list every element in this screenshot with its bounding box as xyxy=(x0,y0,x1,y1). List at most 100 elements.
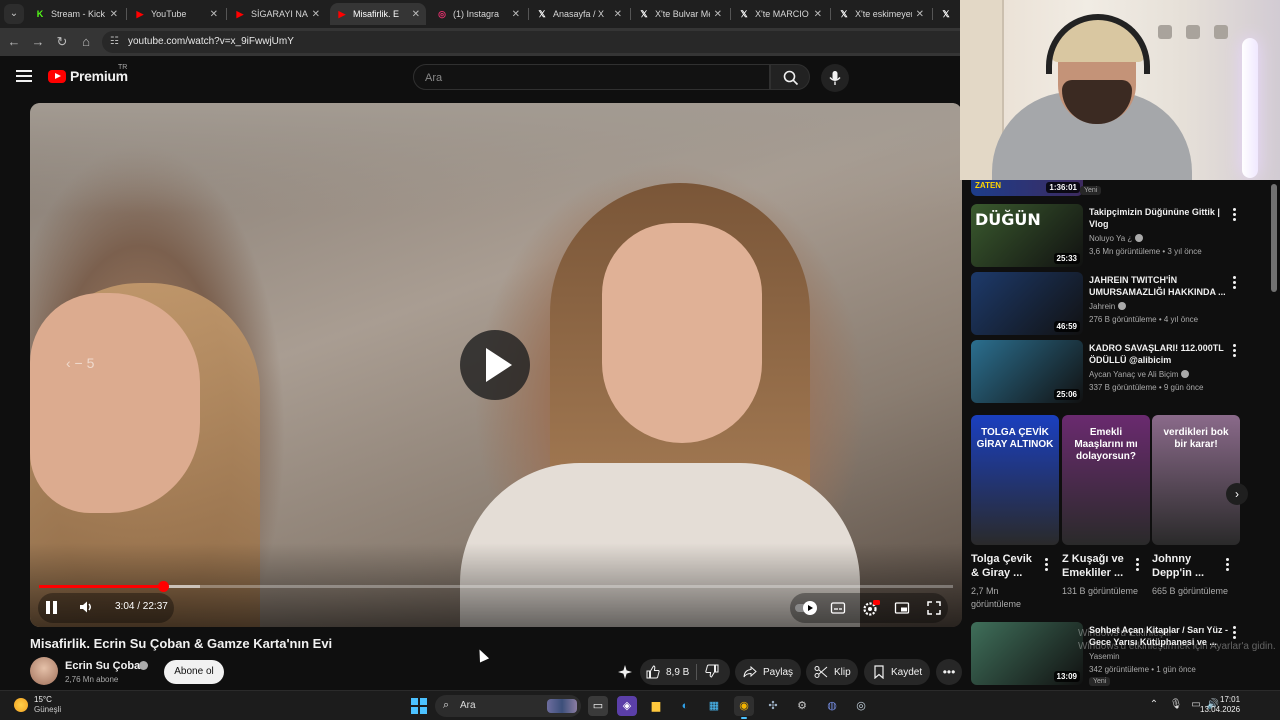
task-view-icon[interactable]: ▭ xyxy=(588,696,608,716)
address-bar[interactable]: ☷ youtube.com/watch?v=x_9iFwwjUmY xyxy=(102,31,960,53)
taskbar-search[interactable]: ⌕ Ara xyxy=(435,695,581,717)
browser-tab[interactable]: ▶ Misafirlik. E ✕ xyxy=(330,3,426,25)
more-vertical-icon[interactable] xyxy=(1233,276,1237,290)
microsoft-store-icon[interactable]: ▦ xyxy=(704,696,724,716)
close-icon[interactable]: ✕ xyxy=(110,9,118,20)
site-info-icon[interactable]: ☷ xyxy=(110,36,122,48)
close-icon[interactable]: ✕ xyxy=(714,9,722,20)
scrollbar-thumb[interactable] xyxy=(1271,184,1277,292)
short-title[interactable]: Tolga Çevik & Giray ... xyxy=(971,552,1041,580)
close-icon[interactable]: ✕ xyxy=(512,9,520,20)
close-icon[interactable]: ✕ xyxy=(312,9,320,20)
video-thumbnail[interactable]: 46:59 xyxy=(971,272,1083,335)
video-title[interactable]: KADRO SAVAŞLARI! 112.000TL ÖDÜLLÜ @alibi… xyxy=(1089,342,1237,366)
more-vertical-icon[interactable] xyxy=(1233,344,1237,358)
more-vertical-icon[interactable] xyxy=(1045,558,1049,572)
big-play-button[interactable] xyxy=(460,330,530,400)
short-thumbnail[interactable]: TOLGA ÇEVİK GİRAY ALTINOK xyxy=(971,415,1059,545)
video-thumbnail[interactable]: 25:06 xyxy=(971,340,1083,403)
channel-name[interactable]: Aycan Yanaç ve Ali Biçim xyxy=(1089,370,1190,379)
back-button[interactable]: ← xyxy=(6,34,22,50)
clip-button[interactable]: Klip xyxy=(806,659,858,685)
start-button[interactable] xyxy=(411,698,427,714)
hamburger-menu-icon[interactable] xyxy=(16,70,32,84)
more-vertical-icon[interactable] xyxy=(1226,558,1230,572)
search-input[interactable]: Ara xyxy=(413,64,770,90)
pause-button[interactable] xyxy=(46,601,58,614)
dislike-button[interactable] xyxy=(697,664,719,681)
forward-button[interactable]: → xyxy=(30,34,46,50)
file-explorer-icon[interactable]: ▆ xyxy=(646,696,666,716)
related-video-item[interactable]: DÜĞÜN 25:33 Takipçimizin Düğününe Gittik |… xyxy=(971,204,1261,268)
close-icon[interactable]: ✕ xyxy=(210,9,218,20)
voice-search-button[interactable] xyxy=(821,64,849,92)
browser-tab[interactable]: ▶ YouTube ✕ xyxy=(128,3,224,25)
miniplayer-button[interactable] xyxy=(894,600,910,616)
volume-button[interactable] xyxy=(78,599,94,615)
browser-tab[interactable]: 𝕏 Anasayfa / X ✕ xyxy=(530,3,628,25)
like-button[interactable]: 8,9 B xyxy=(640,665,696,679)
video-title[interactable]: Takipçimizin Düğününe Gittik | Vlog xyxy=(1089,206,1237,230)
browser-tab[interactable]: ◎ (1) Instagra ✕ xyxy=(430,3,526,25)
chevron-up-icon[interactable]: ⌃ xyxy=(1147,698,1161,712)
browser-tab[interactable]: ▶ SİGARAYI NASI ✕ xyxy=(228,3,326,25)
channel-avatar[interactable] xyxy=(30,657,58,685)
widgets-app-icon[interactable]: ◈ xyxy=(617,696,637,716)
settings-button[interactable] xyxy=(862,600,880,616)
shorts-next-button[interactable]: › xyxy=(1226,483,1248,505)
tab-search-button[interactable]: ⌄ xyxy=(4,4,24,24)
home-button[interactable]: ⌂ xyxy=(78,34,94,50)
browser-tab[interactable]: 𝕏 X'te Bulvar Me ✕ xyxy=(632,3,728,25)
video-player[interactable]: ‹ − 5 3:04 / 22:37 xyxy=(30,103,962,627)
close-icon[interactable]: ✕ xyxy=(412,9,420,20)
microphone-icon[interactable]: 🎙 xyxy=(1169,698,1183,712)
app-icon[interactable]: ⚙ xyxy=(792,696,812,716)
related-video-item[interactable]: 25:06 KADRO SAVAŞLARI! 112.000TL ÖDÜLLÜ @… xyxy=(971,340,1261,404)
subtitles-button[interactable] xyxy=(830,600,846,616)
short-thumbnail[interactable]: verdikleri bok bir karar! xyxy=(1152,415,1240,545)
fullscreen-button[interactable] xyxy=(926,600,942,616)
more-vertical-icon[interactable] xyxy=(1233,208,1237,222)
steam-icon[interactable]: ◎ xyxy=(851,696,871,716)
app-icon[interactable]: ✣ xyxy=(763,696,783,716)
short-title[interactable]: Johnny Depp'in ... xyxy=(1152,552,1222,580)
url-text[interactable]: youtube.com/watch?v=x_9iFwwjUmY xyxy=(128,36,294,47)
chrome-browser-icon[interactable]: ◉ xyxy=(734,696,754,719)
progress-bar[interactable] xyxy=(39,581,953,592)
close-icon[interactable]: ✕ xyxy=(916,9,924,20)
browser-tab[interactable]: K Stream - Kick D ✕ xyxy=(28,3,124,25)
channel-name[interactable]: Noluyo Ya ¿ xyxy=(1089,234,1144,243)
more-vertical-icon[interactable] xyxy=(1136,558,1140,572)
search-button[interactable] xyxy=(770,64,810,90)
related-video-item[interactable]: 46:59 JAHREIN TWITCH'İN UMURSAMAZLIĞI HAK… xyxy=(971,272,1261,336)
premium-sparkle-button[interactable] xyxy=(612,659,638,685)
clock-date[interactable]: 13.04.2026 xyxy=(1200,705,1240,714)
reload-button[interactable]: ↻ xyxy=(54,34,70,50)
close-icon[interactable]: ✕ xyxy=(614,9,622,20)
video-thumbnail[interactable]: DÜĞÜN 25:33 xyxy=(971,204,1083,267)
autoplay-toggle[interactable] xyxy=(794,600,820,616)
edge-browser-icon[interactable]: ◐ xyxy=(675,696,695,716)
weather-description[interactable]: Güneşli xyxy=(34,705,61,714)
browser-tab[interactable]: 𝕏 X'te MARCIO ✕ xyxy=(732,3,828,25)
share-button[interactable]: Paylaş xyxy=(735,659,801,685)
weather-temperature[interactable]: 15°C xyxy=(34,695,52,704)
save-button[interactable]: Kaydet xyxy=(864,659,930,685)
sidebar-scrollbar[interactable] xyxy=(1270,180,1278,690)
subscribe-button[interactable]: Abone ol xyxy=(164,660,224,684)
clock-time[interactable]: 17:01 xyxy=(1220,695,1240,704)
video-thumbnail[interactable]: 13:09 xyxy=(971,622,1083,685)
video-title[interactable]: JAHREIN TWITCH'İN UMURSAMAZLIĞI HAKKINDA… xyxy=(1089,274,1237,298)
more-actions-button[interactable]: ••• xyxy=(936,659,962,685)
channel-name[interactable]: Yasemin xyxy=(1089,652,1120,661)
short-title[interactable]: Z Kuşağı ve Emekliler ... xyxy=(1062,552,1132,580)
partial-video-thumbnail[interactable]: ZATEN 1:36:01 xyxy=(971,180,1083,196)
browser-tab[interactable]: 𝕏 X'te eskimeyen ✕ xyxy=(832,3,930,25)
channel-name[interactable]: Ecrin Su Çoban xyxy=(65,660,147,672)
browser-tab[interactable]: 𝕏A xyxy=(934,3,960,25)
close-icon[interactable]: ✕ xyxy=(814,9,822,20)
channel-name[interactable]: Jahrein xyxy=(1089,302,1127,311)
youtube-premium-logo[interactable]: Premium TR xyxy=(48,64,128,84)
discord-icon[interactable]: ◍ xyxy=(822,696,842,716)
sun-icon[interactable] xyxy=(14,698,28,712)
